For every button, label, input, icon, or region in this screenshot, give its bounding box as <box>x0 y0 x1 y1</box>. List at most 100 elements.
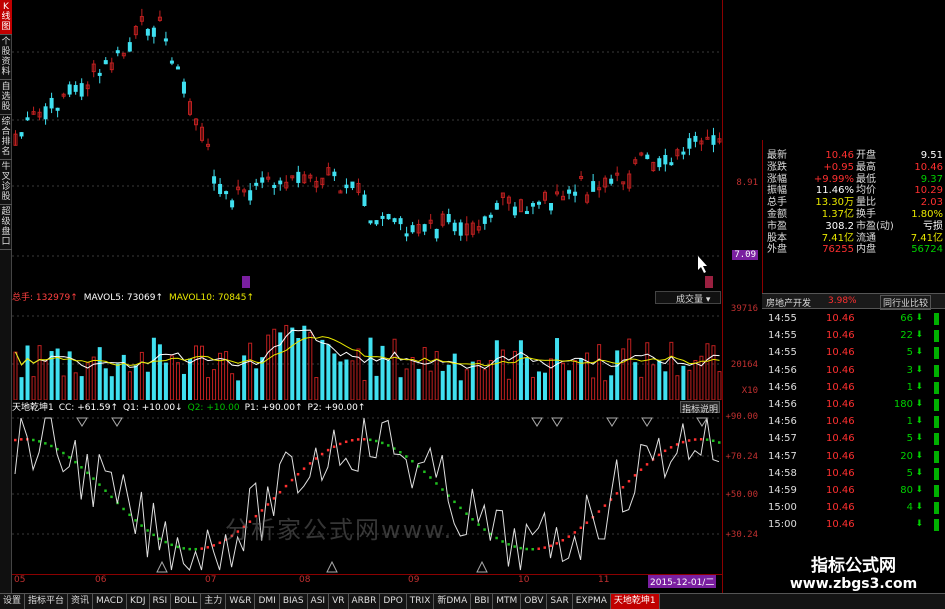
trade-row: 14:55 10.46 66 ⬇ <box>762 310 945 327</box>
volume-bar <box>212 369 217 400</box>
signal-triangle <box>111 417 123 427</box>
trade-time: 14:59 <box>768 484 797 496</box>
volume-bar <box>615 350 620 400</box>
indicator-dot <box>369 438 372 442</box>
indicator-tab[interactable]: EXPMA <box>573 594 611 609</box>
quote-label: 总手 <box>767 197 787 209</box>
indicator-dot <box>465 512 468 515</box>
sidebar-tab[interactable]: 个股资料 <box>0 35 12 80</box>
trade-time: 14:55 <box>768 313 797 324</box>
candle-body <box>73 84 78 92</box>
volume-bar <box>380 345 385 400</box>
indicator-tab[interactable]: BOLL <box>171 594 202 609</box>
candle-body <box>278 180 283 185</box>
candle-body <box>687 138 692 149</box>
trade-time: 14:57 <box>768 450 797 462</box>
quote-value: 1.80% <box>911 208 943 220</box>
volume-bar <box>585 352 590 400</box>
indicator-tab[interactable]: ARBR <box>349 594 381 609</box>
trade-volume: 180 <box>893 398 913 410</box>
indicator-tab[interactable]: 主力 <box>201 594 227 609</box>
volume-bar <box>446 364 451 400</box>
trade-bar <box>934 313 939 325</box>
indicator-dot <box>405 455 408 458</box>
indicator-tab[interactable]: 设置 <box>0 594 26 609</box>
candle-body <box>272 184 277 188</box>
candle-body <box>19 132 24 137</box>
candlestick-chart[interactable] <box>12 0 722 290</box>
indicator-tab[interactable]: ASI <box>308 594 330 609</box>
candle-body <box>55 107 60 111</box>
date-label: 08 <box>299 575 311 585</box>
indicator-tab[interactable]: VR <box>329 594 349 609</box>
indicator-dot <box>140 524 143 527</box>
trade-volume: 5 <box>906 433 913 445</box>
volume-bar <box>61 375 66 400</box>
quote-label: 均价 <box>856 185 876 197</box>
sidebar-tab[interactable]: 自选股 <box>0 80 12 115</box>
indicator-tab[interactable]: BBI <box>471 594 494 609</box>
indicator-tab[interactable]: KDJ <box>127 594 150 609</box>
signal-triangle <box>326 560 338 573</box>
quote-row: 股本 7.41亿 流通 7.41亿 <box>763 233 945 245</box>
indicator-dot <box>104 489 107 492</box>
indicator-tab[interactable]: MTM <box>493 594 522 609</box>
indicator-tab[interactable]: MACD <box>93 594 128 609</box>
indicator-dot <box>200 547 204 550</box>
indicator-dot <box>549 544 553 548</box>
volume-bar <box>290 327 295 400</box>
indicator-tab[interactable]: TRIX <box>407 594 435 609</box>
indicator-tab[interactable]: DMI <box>255 594 280 609</box>
indicator-tab[interactable]: DPO <box>380 594 407 609</box>
trade-row: 14:56 10.46 180 ⬇ <box>762 396 945 413</box>
volume-stat: 总手: 132979↑ <box>12 293 78 303</box>
quote-value: 2.03 <box>920 197 943 209</box>
sidebar-tab[interactable]: 超级盘口 <box>0 205 12 250</box>
indicator-dot <box>164 540 167 544</box>
indicator-tab[interactable]: 指标平台 <box>25 594 69 609</box>
volume-bar <box>524 358 529 400</box>
volume-bar <box>145 371 150 400</box>
volume-bar <box>482 369 487 400</box>
indicator-dot <box>705 438 709 441</box>
date-label: 06 <box>95 575 107 585</box>
trade-row: 14:56 10.46 1 ⬇ <box>762 379 945 396</box>
volume-bar <box>621 348 626 400</box>
trade-row: 14:59 10.46 80 ⬇ <box>762 482 945 499</box>
candle-body <box>410 225 415 233</box>
indicator-dot <box>134 519 137 522</box>
volume-bar <box>332 353 337 400</box>
sidebar-tab[interactable]: 综合排名 <box>0 115 12 160</box>
indicator-tab[interactable]: RSI <box>150 594 172 609</box>
volume-dropdown[interactable]: 成交量 ▾ <box>655 291 721 305</box>
indicator-tab[interactable]: OBV <box>521 594 548 609</box>
sidebar-tab[interactable]: K线图 <box>0 0 12 35</box>
indicator-tab[interactable]: SAR <box>547 594 573 609</box>
candle-body <box>452 222 457 232</box>
volume-bar <box>645 342 650 400</box>
sector-compare-button[interactable]: 同行业比较 <box>880 295 932 310</box>
date-label: 10 <box>518 575 530 585</box>
arrow-down-icon: ⬇ <box>915 381 923 392</box>
indicator-help-button[interactable]: 指标说明 <box>680 401 720 415</box>
indicator-tab[interactable]: BIAS <box>280 594 308 609</box>
volume-bar <box>362 379 367 400</box>
candle-body <box>212 176 217 184</box>
quote-value: 9.51 <box>920 150 943 161</box>
indicator-dot <box>573 531 577 534</box>
indicator-tab[interactable]: 资讯 <box>68 594 94 609</box>
indicator-tab[interactable]: 天地乾坤1 <box>610 594 660 609</box>
indicator-tab[interactable]: W&R <box>226 594 256 609</box>
sector-row[interactable]: 房地产开发 3.98% 同行业比较 <box>762 293 945 310</box>
price-axis-cursor: 7.09 <box>732 250 758 260</box>
volume-bar <box>368 337 373 400</box>
trade-row: 14:56 10.46 1 ⬇ <box>762 413 945 430</box>
trade-price: 10.46 <box>826 484 855 496</box>
quote-label: 涨幅 <box>767 173 787 185</box>
trade-time: 15:00 <box>768 502 797 514</box>
volume-bar <box>669 341 674 400</box>
indicator-dot <box>687 439 691 442</box>
indicator-dot <box>80 466 83 469</box>
indicator-tab[interactable]: 新DMA <box>434 594 472 609</box>
sidebar-tab[interactable]: 牛叉诊股 <box>0 160 12 205</box>
